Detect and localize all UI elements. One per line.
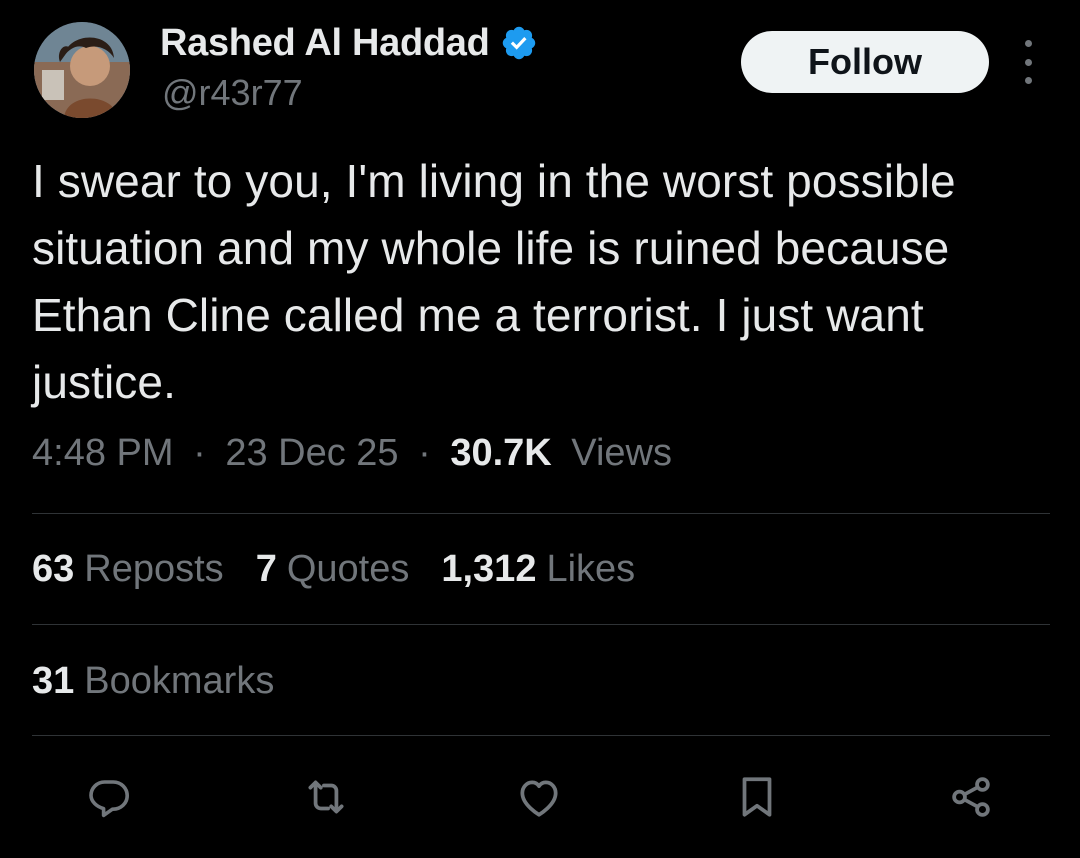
verified-badge-icon — [502, 26, 535, 60]
quotes-label: Quotes — [286, 548, 410, 590]
follow-button[interactable]: Follow — [741, 31, 989, 93]
divider — [32, 513, 1050, 514]
tweet-detail: Rashed Al Haddad @r43r77 Follow I swear … — [0, 0, 1080, 858]
views-count: 30.7K — [450, 432, 552, 474]
more-dot — [1024, 77, 1032, 84]
tweet-text: I swear to you, I'm living in the worst … — [32, 155, 956, 408]
like-icon — [520, 780, 558, 817]
meta-separator: · — [418, 432, 431, 474]
author-name-row[interactable]: Rashed Al Haddad — [160, 20, 538, 66]
views-label: Views — [571, 432, 672, 474]
tweet-time[interactable]: 4:48 PM — [32, 432, 174, 474]
bookmarks-label: Bookmarks — [84, 660, 275, 702]
reply-button[interactable] — [84, 772, 134, 822]
likes-count: 1,312 — [441, 548, 537, 590]
bookmarks-stat[interactable]: 31 Bookmarks — [32, 660, 274, 703]
more-dot — [1024, 58, 1032, 66]
reposts-count: 63 — [32, 548, 75, 590]
bookmark-button[interactable] — [732, 772, 782, 822]
avatar[interactable] — [34, 22, 130, 118]
divider — [32, 624, 1050, 625]
author-display-name[interactable]: Rashed Al Haddad — [160, 22, 490, 65]
meta-separator: · — [193, 432, 206, 474]
reposts-stat[interactable]: 63 Reposts — [32, 548, 224, 591]
more-dot — [1024, 40, 1032, 47]
repost-button[interactable] — [301, 772, 351, 822]
engagement-stats: 63 Reposts 7 Quotes 1,312 Likes — [32, 548, 635, 591]
share-icon — [952, 777, 990, 817]
author-handle[interactable]: @r43r77 — [162, 72, 303, 114]
divider — [32, 735, 1050, 736]
likes-label: Likes — [546, 548, 636, 590]
quotes-count: 7 — [255, 548, 277, 590]
quotes-stat[interactable]: 7 Quotes — [256, 548, 410, 591]
bookmarks-count: 31 — [32, 660, 75, 702]
more-options-icon[interactable] — [1016, 40, 1040, 84]
bookmark-icon — [742, 777, 772, 817]
tweet-date[interactable]: 23 Dec 25 — [225, 432, 398, 474]
share-button[interactable] — [946, 772, 996, 822]
likes-stat[interactable]: 1,312 Likes — [441, 548, 635, 591]
like-button[interactable] — [514, 772, 564, 822]
repost-icon — [308, 780, 344, 814]
reply-icon — [89, 780, 129, 818]
tweet-metadata: 4:48 PM · 23 Dec 25 · 30.7K Views — [32, 432, 672, 475]
reposts-label: Reposts — [84, 548, 224, 590]
